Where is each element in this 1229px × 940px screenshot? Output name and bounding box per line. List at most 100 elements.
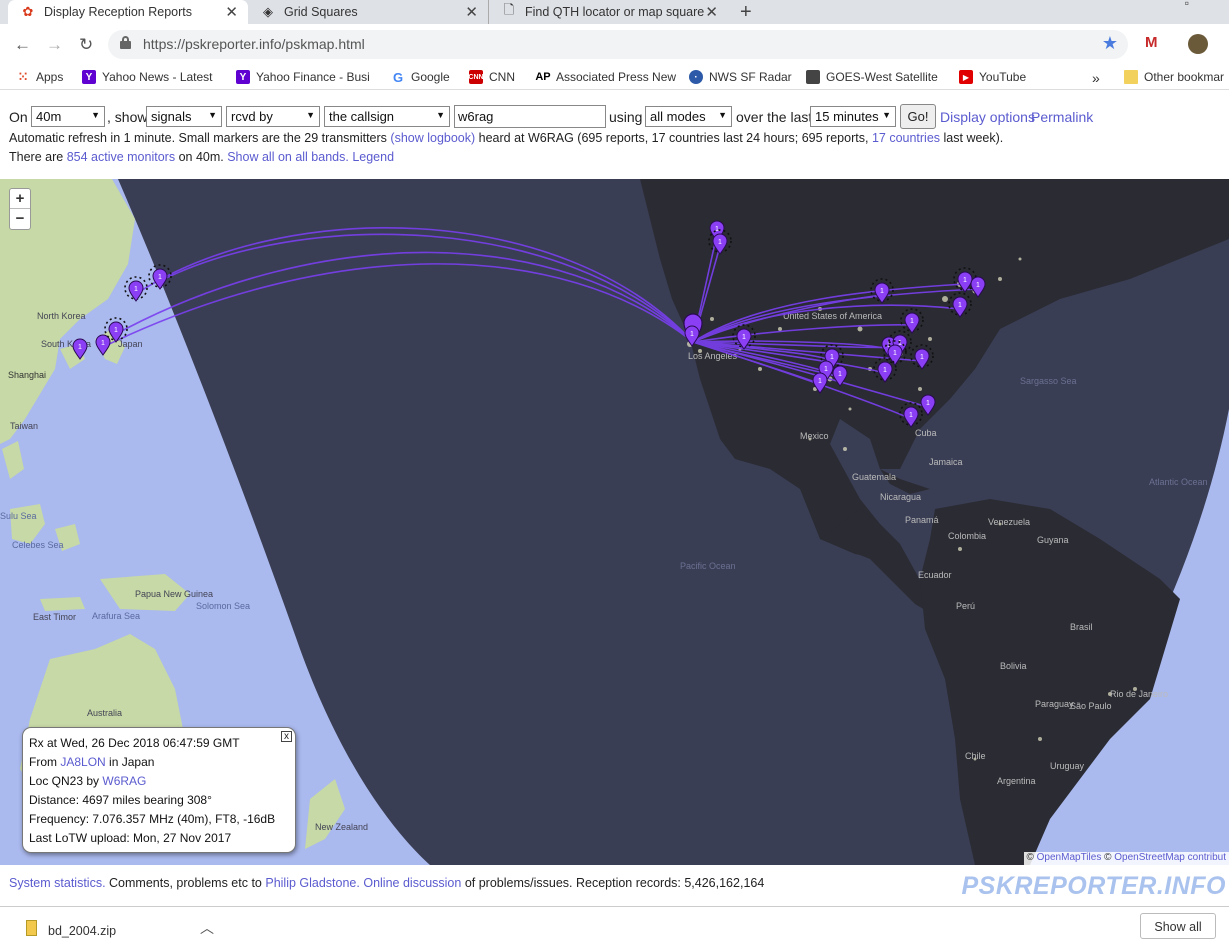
map-label: Guatemala [852,472,896,482]
lock-icon [120,36,131,49]
reload-icon[interactable]: ↻ [79,35,93,55]
zip-file-icon [26,920,37,936]
bookmark-yahoo-news[interactable]: Y Yahoo News - Latest [82,70,213,84]
map-label: Nicaragua [880,492,921,502]
show-all-downloads-button[interactable]: Show all [1140,913,1216,939]
target-select[interactable]: the callsign▼ [324,106,450,127]
bookmark-label: YouTube [979,70,1026,84]
mode-select[interactable]: all modes▼ [645,106,732,127]
map-label: Guyana [1037,535,1069,545]
close-tab-icon[interactable]: ✕ [705,3,718,21]
display-options-link[interactable]: Display options [940,109,1035,125]
google-icon: G [391,70,405,84]
popup-distance: Distance: 4697 miles bearing 308° [29,791,289,810]
youtube-icon: ▶ [959,70,973,84]
bookmark-apps[interactable]: ⁙ Apps [16,70,63,84]
system-statistics-link[interactable]: System statistics. [9,876,106,890]
map-label: Cuba [915,428,937,438]
bookmark-star-icon[interactable]: ★ [1102,33,1118,54]
bookmark-label: Yahoo Finance - Busi [256,70,370,84]
bookmark-label: NWS SF Radar [709,70,792,84]
show-logbook-link[interactable]: (show logbook) [390,131,475,145]
show-select-value: signals [151,109,191,124]
satellite-icon [806,70,820,84]
dropdown-arrow-icon: ▼ [91,110,100,120]
tab-find-qth-locator[interactable]: 🗋 Find QTH locator or map square ✕ [488,0,728,24]
author-link[interactable]: Philip Gladstone. [265,876,360,890]
dropdown-arrow-icon: ▼ [208,110,217,120]
close-tab-icon[interactable]: ✕ [225,3,238,21]
map-label: Mexico [800,431,829,441]
map-label: Australia [87,708,122,718]
bookmark-yahoo-finance[interactable]: Y Yahoo Finance - Busi [236,70,370,84]
dropdown-arrow-icon: ▼ [882,110,891,120]
bookmark-label: Apps [36,70,63,84]
tab-grid-squares[interactable]: ◈ Grid Squares ✕ [248,0,488,24]
bookmark-google[interactable]: G Google [391,70,450,84]
w6rag-link[interactable]: W6RAG [102,774,146,788]
zoom-in-button[interactable]: + [10,189,30,209]
show-select[interactable]: signals ▼ [146,106,222,127]
permalink-link[interactable]: Permalink [1031,109,1093,125]
bookmark-goes-west[interactable]: GOES-West Satellite [806,70,938,84]
avatar[interactable] [1188,34,1208,54]
bookmark-associated-press[interactable]: AP Associated Press New [536,70,676,84]
pskreporter-logo: PSKREPORTER.INFO [961,872,1226,901]
openmaptiles-link[interactable]: OpenMapTiles [1037,852,1102,863]
apps-grid-icon: ⁙ [16,70,30,84]
active-monitors-link[interactable]: 854 active monitors [67,150,175,164]
pskreporter-icon: ✿ [20,4,36,20]
page-footer: System statistics. Comments, problems et… [9,876,764,890]
status-text: last week). [944,131,1004,145]
callsign-input[interactable]: w6rag [454,105,606,128]
popup-frequency: Frequency: 7.076.357 MHz (40m), FT8, -16… [29,810,289,829]
close-icon[interactable]: x [281,731,292,742]
show-all-bands-link[interactable]: Show all on all bands. [227,150,349,164]
bookmarks-overflow-button[interactable]: » [1092,70,1100,86]
copyright-symbol: © [1027,852,1034,863]
map-label: Rio de Janeiro [1110,689,1168,699]
online-discussion-link[interactable]: Online discussion [363,876,461,890]
address-bar[interactable]: https://pskreporter.info/pskmap.html ★ [108,30,1128,59]
map-label: Los Angeles [688,351,738,361]
map-label: Taiwan [10,421,38,431]
popup-from-label: From [29,755,57,769]
direction-select[interactable]: rcvd by▼ [226,106,320,127]
bookmark-label: Yahoo News - Latest [102,70,213,84]
period-select[interactable]: 15 minutes▼ [810,106,896,127]
bookmark-other[interactable]: Other bookmar [1124,70,1224,84]
legend-link[interactable]: Legend [352,150,394,164]
bookmark-label: GOES-West Satellite [826,70,938,84]
using-label: using [609,109,642,125]
url-text[interactable]: https://pskreporter.info/pskmap.html [143,36,365,52]
zoom-out-button[interactable]: − [10,209,30,229]
status-text: heard at W6RAG (695 reports, 17 countrie… [479,131,869,145]
openstreetmap-link[interactable]: OpenStreetMap contribut [1114,852,1226,863]
bookmark-cnn[interactable]: CNN CNN [469,70,515,84]
download-bar: bd_2004.zip ︿ Show all [0,906,1229,936]
window-restore-icon[interactable]: ▫ [1185,0,1189,10]
popup-from: From JA8LON in Japan [29,753,289,772]
map-label: Solomon Sea [196,601,250,611]
chevron-up-icon[interactable]: ︿ [200,918,214,938]
tab-title: Grid Squares [284,5,358,19]
forward-arrow-icon[interactable]: → [46,35,63,55]
bookmark-nws-sf-radar[interactable]: · NWS SF Radar [689,70,792,84]
popup-rx-time: Rx at Wed, 26 Dec 2018 06:47:59 GMT [29,734,289,753]
status-line-1: Automatic refresh in 1 minute. Small mar… [9,131,1003,145]
band-select[interactable]: 40m▼ [31,106,105,127]
tab-display-reception-reports[interactable]: ✿ Display Reception Reports ✕ [8,0,248,24]
yahoo-icon: Y [236,70,250,84]
bookmark-youtube[interactable]: ▶ YouTube [959,70,1026,84]
map-label: Paraguay [1035,699,1074,709]
gmail-extension-icon[interactable]: M [1145,34,1158,51]
close-tab-icon[interactable]: ✕ [465,3,478,21]
back-arrow-icon[interactable]: ← [14,35,31,55]
bookmark-label: CNN [489,70,515,84]
ja8lon-link[interactable]: JA8LON [60,755,105,769]
go-button[interactable]: Go! [900,104,936,129]
over-the-last-label: over the last [736,109,812,125]
new-tab-button[interactable]: + [740,1,752,24]
status-text: There are [9,150,63,164]
countries-link[interactable]: 17 countries [872,131,940,145]
